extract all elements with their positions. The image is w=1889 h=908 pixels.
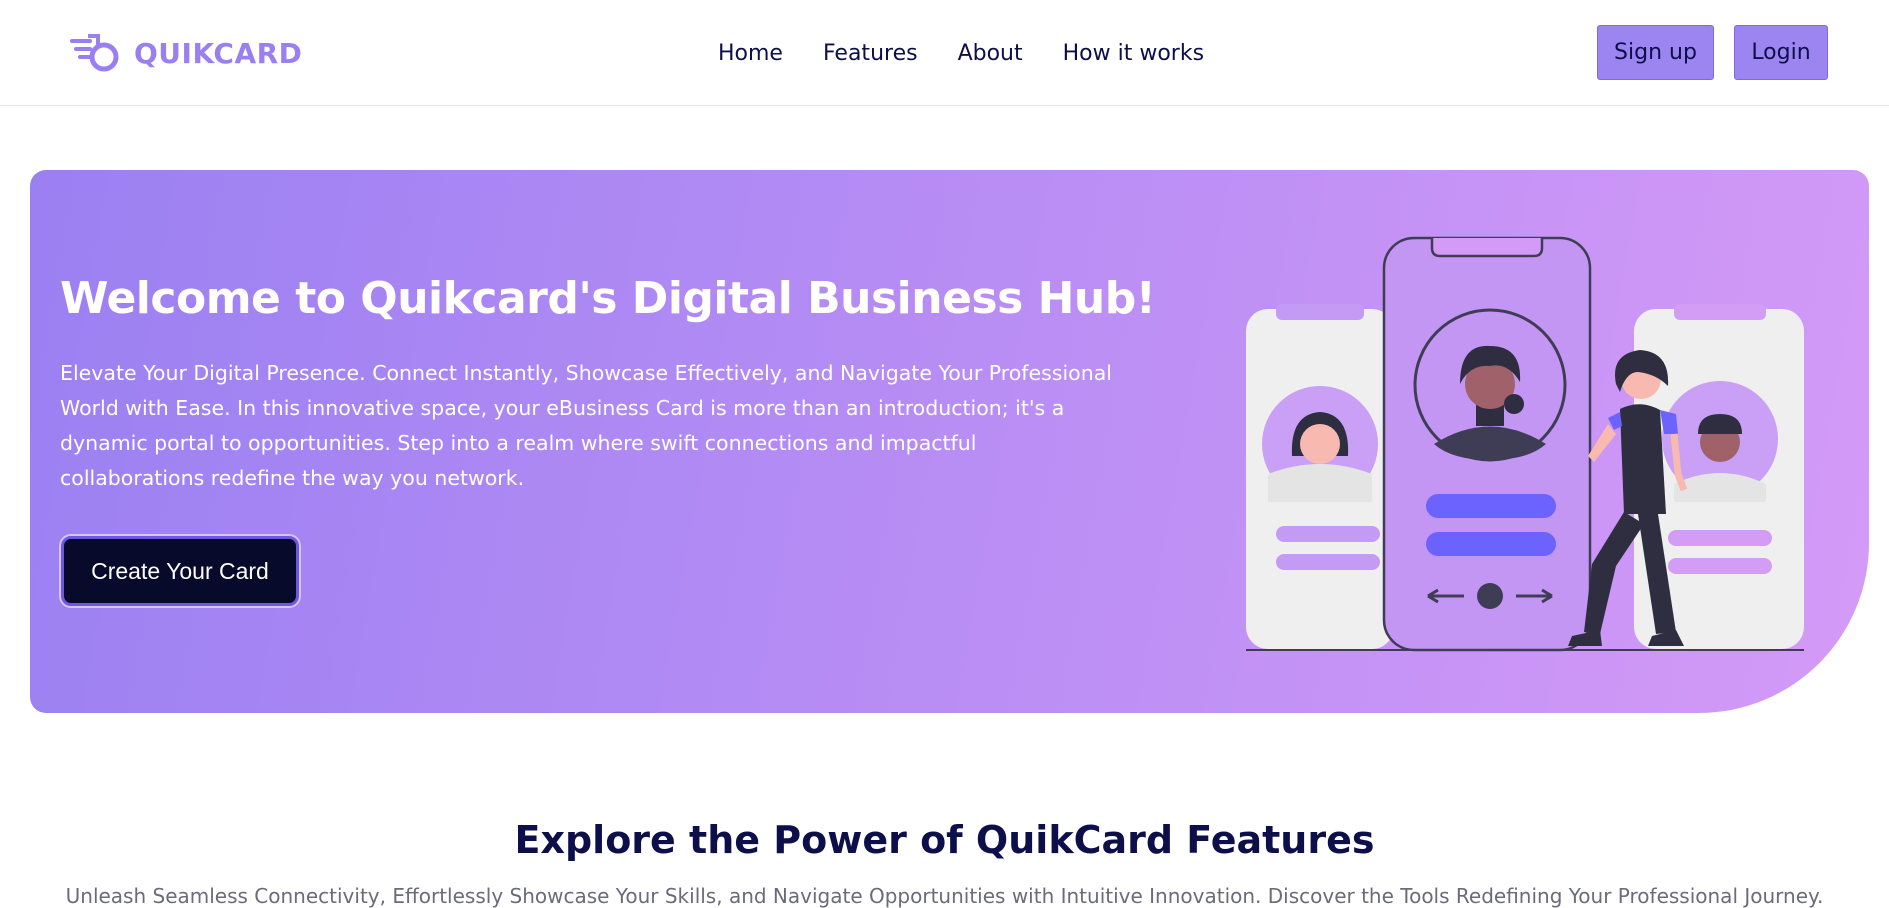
login-button[interactable]: Login: [1734, 25, 1828, 80]
nav-features[interactable]: Features: [823, 41, 918, 66]
quikcard-logo-icon: [70, 34, 119, 72]
main-nav: Home Features About How it works: [718, 36, 1204, 70]
hero-description: Elevate Your Digital Presence. Connect I…: [60, 361, 1112, 490]
brand-name: QUIKCARD: [134, 36, 303, 70]
nav-about[interactable]: About: [958, 41, 1023, 66]
site-header: QUIKCARD Home Features About How it work…: [0, 0, 1889, 106]
phone-profile-card: [1382, 236, 1592, 652]
create-card-button[interactable]: Create Your Card: [61, 536, 299, 606]
nav-home[interactable]: Home: [718, 41, 783, 66]
business-cards-illustration: [1246, 236, 1804, 652]
features-title: Explore the Power of QuikCard Features: [514, 818, 1375, 862]
nav-how-it-works[interactable]: How it works: [1063, 41, 1204, 66]
signup-button[interactable]: Sign up: [1597, 25, 1714, 80]
features-subtitle: Unleash Seamless Connectivity, Effortles…: [65, 884, 1824, 908]
brand-logo[interactable]: QUIKCARD: [68, 30, 302, 76]
left-profile-card: [1246, 304, 1394, 649]
hero-title: Welcome to Quikcard's Digital Business H…: [60, 273, 1156, 324]
hero-banner: Welcome to Quikcard's Digital Business H…: [30, 170, 1869, 713]
